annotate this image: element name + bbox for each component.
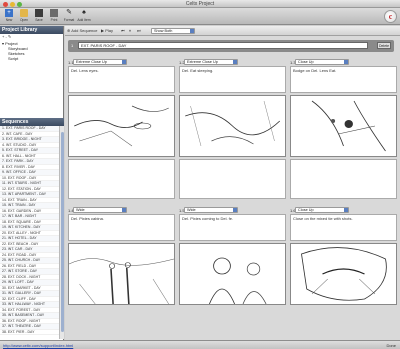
shot-notes-area[interactable]: [290, 159, 397, 199]
scene-header: 1 EXT. PARIS ROOF - DAY Delete: [68, 40, 394, 52]
open-folder-icon: [20, 9, 28, 17]
celtx-logo: c: [384, 10, 397, 23]
chevron-down-icon: [233, 208, 237, 212]
chevron-down-icon: [344, 208, 348, 212]
shot-description[interactable]: Del. Lens eyes.: [68, 66, 175, 93]
shot-description[interactable]: Close on the mixed tie with shots.: [290, 214, 397, 241]
title-bar: Celtx Project: [0, 0, 400, 8]
shot-type-select[interactable]: Extreme Close Up: [184, 59, 238, 65]
chevron-down-icon: [190, 29, 194, 33]
left-sidebar: Project Library + - ✎ ▾ Project Storyboa…: [0, 26, 64, 340]
scroll-thumb[interactable]: [61, 132, 64, 332]
shot-header: 1.1 Extreme Close Up: [68, 59, 175, 66]
shot-header: 1.4 Wide: [68, 207, 175, 214]
format-icon: ✎: [66, 9, 72, 16]
shot-panel: 1.4 Wide Del. Pixies cabina.: [68, 207, 175, 305]
storyboard-editor: ⊕ Add Sequence ▶ Play ⏮ ⏸ ⏭ Show Both 1 …: [65, 26, 400, 340]
sketch-image[interactable]: [290, 95, 397, 157]
scene-number: 1: [71, 43, 74, 48]
shot-panel: 1.5 Wide Del. Pixies coming to Del. fe.: [179, 207, 286, 305]
shot-header: 1.3 Close Up: [290, 59, 397, 66]
shot-notes-area[interactable]: [68, 159, 175, 199]
delete-scene-button[interactable]: Delete: [377, 42, 391, 49]
print-icon: [50, 9, 58, 17]
status-text: Done: [386, 343, 396, 348]
print-button[interactable]: Print: [47, 9, 61, 24]
sketch-image[interactable]: [179, 95, 286, 157]
shot-notes-area[interactable]: [179, 159, 286, 199]
shot-panel: 1.1 Extreme Close Up Del. Lens eyes.: [68, 59, 175, 199]
add-item-button[interactable]: ♠ Add Item: [77, 9, 91, 24]
main-toolbar: + New Open Save Print ✎ Format ♠ Add Ite…: [0, 8, 400, 25]
shot-type-select[interactable]: Extreme Close Up: [73, 59, 127, 65]
open-button[interactable]: Open: [17, 9, 31, 24]
project-library-header: Project Library: [0, 26, 63, 34]
shot-header: 1.6 Close Up: [290, 207, 397, 214]
storyboard-toolbar: ⊕ Add Sequence ▶ Play ⏮ ⏸ ⏭ Show Both: [65, 26, 400, 36]
save-icon: [35, 9, 43, 17]
shot-type-select[interactable]: Close Up: [295, 59, 349, 65]
sketch-image[interactable]: [290, 243, 397, 305]
project-library-tree: ▾ Project Storyboard Sketches Script: [0, 40, 63, 96]
save-button[interactable]: Save: [32, 9, 46, 24]
sequence-item[interactable]: 38. EXT. PIER - DAY: [0, 330, 64, 335]
sketch-image[interactable]: [68, 243, 175, 305]
support-link[interactable]: http://www.celtx.com/support/index.html: [3, 343, 73, 348]
sequence-list[interactable]: 1. EXT. PARIS ROOF - DAY 2. INT. CAFE - D…: [0, 126, 64, 339]
window-title: Celtx Project: [185, 1, 215, 7]
sequence-scrollbar[interactable]: [59, 126, 64, 339]
chevron-down-icon: [344, 60, 348, 64]
forward-icon[interactable]: ⏭: [137, 28, 141, 34]
chevron-down-icon: [233, 60, 237, 64]
shot-description[interactable]: Del. Pixies coming to Del. fe.: [179, 214, 286, 241]
shot-description[interactable]: Bodge on Del. Lens Eat.: [290, 66, 397, 93]
play-button[interactable]: ▶ Play: [101, 28, 113, 34]
chevron-down-icon: [122, 208, 126, 212]
shot-description[interactable]: Del. Pixies cabina.: [68, 214, 175, 241]
shot-panel: 1.2 Extreme Close Up Del. Eat sleeping.: [179, 59, 286, 199]
sketch-image[interactable]: [179, 243, 286, 305]
chevron-down-icon: [122, 60, 126, 64]
shot-header: 1.5 Wide: [179, 207, 286, 214]
scene-title-field[interactable]: EXT. PARIS ROOF - DAY: [78, 42, 368, 49]
shot-type-select[interactable]: Wide: [73, 207, 127, 213]
pause-icon[interactable]: ⏸: [129, 28, 131, 34]
shot-panel: 1.6 Close Up Close on the mixed tie with s…: [290, 207, 397, 305]
tree-item[interactable]: Script: [2, 56, 61, 61]
shot-header: 1.2 Extreme Close Up: [179, 59, 286, 66]
shot-panel: 1.3 Close Up Bodge on Del. Lens Eat.: [290, 59, 397, 199]
shot-description[interactable]: Del. Eat sleeping.: [179, 66, 286, 93]
view-select[interactable]: Show Both: [151, 28, 195, 34]
add-item-icon: ♠: [82, 9, 86, 16]
new-icon: +: [5, 9, 13, 17]
new-button[interactable]: + New: [2, 9, 16, 24]
shot-type-select[interactable]: Close Up: [295, 207, 349, 213]
sequences-header: Sequences: [0, 118, 64, 126]
sketch-image[interactable]: [68, 95, 175, 157]
shot-type-select[interactable]: Wide: [184, 207, 238, 213]
rewind-icon[interactable]: ⏮: [121, 28, 125, 34]
add-sequence-button[interactable]: ⊕ Add Sequence: [67, 28, 98, 34]
format-button[interactable]: ✎ Format: [62, 9, 76, 24]
status-bar: http://www.celtx.com/support/index.html …: [0, 340, 400, 349]
